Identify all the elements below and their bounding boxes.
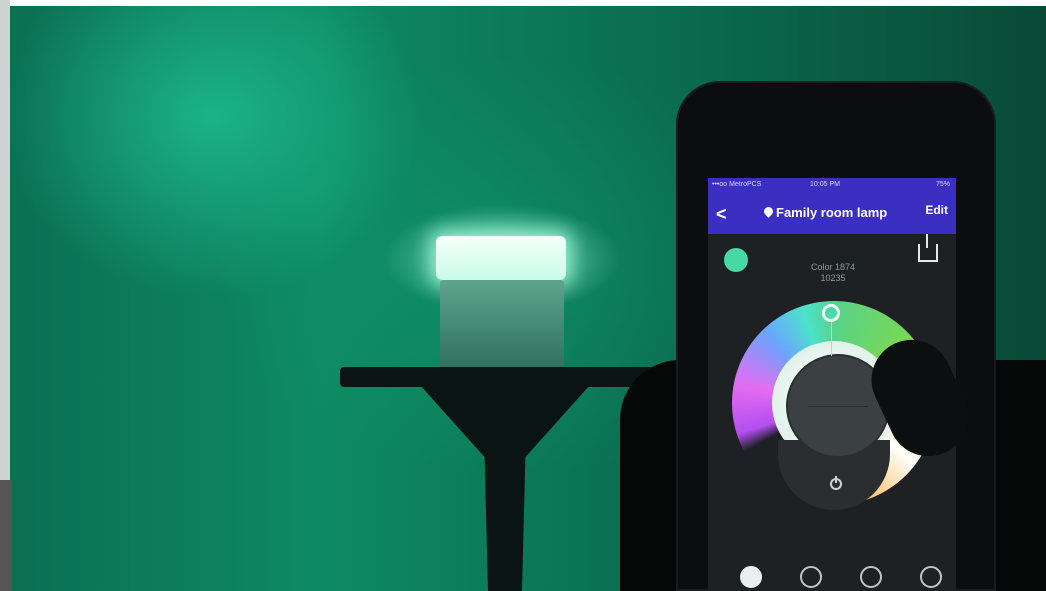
color-swatch[interactable] — [724, 248, 748, 272]
share-icon[interactable] — [918, 234, 938, 262]
tab-effects-icon[interactable] — [920, 566, 942, 588]
smart-lamp-light — [436, 236, 566, 280]
back-icon[interactable]: < — [716, 204, 727, 225]
color-readout: Color 1874 10235 — [778, 262, 888, 284]
tab-white-icon[interactable] — [800, 566, 822, 588]
page-title: Family room lamp — [776, 205, 888, 220]
color-selector-handle[interactable] — [822, 304, 840, 322]
location-pin-icon — [762, 205, 775, 218]
knob-divider — [808, 406, 868, 407]
background-edge — [0, 0, 10, 480]
tab-scenes-icon[interactable] — [860, 566, 882, 588]
color-value: 10235 — [820, 273, 846, 283]
status-bar: •••oo MetroPCS 10:05 PM 75% — [708, 178, 956, 192]
power-icon[interactable] — [830, 476, 842, 490]
side-table-top — [340, 367, 665, 387]
tab-color-icon[interactable] — [740, 566, 762, 588]
carrier-text: •••oo MetroPCS — [712, 181, 762, 188]
smart-lamp-base — [440, 280, 564, 372]
background-edge-dark — [0, 480, 12, 591]
selector-line — [831, 322, 832, 356]
color-label: Color 1874 — [810, 262, 856, 272]
status-time: 10:05 PM — [810, 181, 840, 188]
battery-text: 75% — [935, 181, 950, 188]
nav-bar: < Family room lamp Edit — [708, 192, 956, 234]
edit-button[interactable]: Edit — [925, 203, 948, 217]
